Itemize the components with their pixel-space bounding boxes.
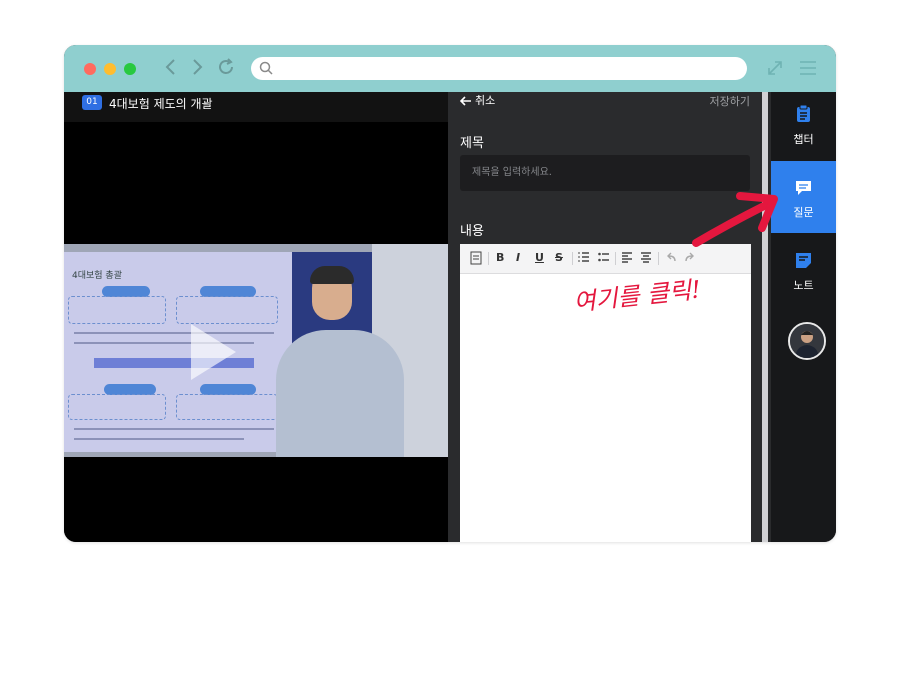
bold-button[interactable]: B (496, 251, 504, 265)
toolbar-separator (488, 252, 489, 265)
lecturer-hair (310, 266, 354, 284)
user-avatar-image (790, 324, 824, 358)
save-button[interactable]: 저장하기 (710, 93, 750, 109)
lesson-number-badge: 01 (82, 95, 102, 110)
clipboard-icon (797, 105, 810, 122)
lecture-slide: 4대보험 총괄 (64, 252, 292, 452)
lesson-title: 4대보험 제도의 개괄 (109, 97, 213, 111)
slide-box (68, 394, 166, 420)
align-left-icon[interactable] (621, 251, 633, 267)
play-icon[interactable] (191, 324, 236, 380)
align-center-icon[interactable] (640, 251, 652, 267)
avatar[interactable] (788, 322, 826, 360)
page-content: 01 4대보험 제도의 개괄 4대보험 총괄 취소 저장하기 제목 제목을 입력… (64, 92, 836, 542)
redo-icon[interactable] (684, 251, 696, 267)
chat-icon (796, 181, 811, 195)
video-player[interactable]: 01 4대보험 제도의 개괄 4대보험 총괄 (64, 92, 448, 542)
slide-box (68, 296, 166, 324)
slide-text-line (74, 428, 274, 430)
lecturer-body (276, 330, 404, 457)
toolbar-separator (658, 252, 659, 265)
lesson-header: 01 4대보험 제도의 개괄 (64, 92, 448, 122)
menu-icon[interactable] (799, 59, 817, 81)
numbered-list-icon[interactable] (578, 251, 590, 267)
italic-button[interactable]: I (516, 251, 520, 265)
underline-button[interactable]: U (535, 251, 544, 265)
slide-text-line (74, 332, 274, 334)
search-icon (259, 61, 273, 75)
slide-box (176, 296, 278, 324)
toolbar-separator (572, 252, 573, 265)
sidebar-label-chapter: 챕터 (793, 133, 814, 146)
address-bar[interactable] (251, 57, 747, 80)
sidebar-item-chapter[interactable]: 챕터 (771, 92, 836, 164)
cancel-button[interactable]: 취소 (459, 92, 496, 108)
bullet-list-icon[interactable] (598, 251, 610, 267)
close-window-button[interactable] (84, 63, 96, 75)
undo-icon[interactable] (665, 251, 677, 267)
browser-window: 01 4대보험 제도의 개괄 4대보험 총괄 취소 저장하기 제목 제목을 입력… (64, 45, 836, 542)
expand-icon[interactable] (766, 59, 784, 81)
content-label: 내용 (460, 224, 484, 239)
video-frame: 4대보험 총괄 (64, 244, 448, 457)
forward-icon[interactable] (192, 58, 204, 79)
sidebar-label-note: 노트 (793, 279, 814, 292)
slide-text-line (74, 438, 244, 440)
maximize-window-button[interactable] (124, 63, 136, 75)
strikethrough-button[interactable]: S (555, 251, 563, 265)
cancel-label: 취소 (475, 94, 496, 107)
annotation-arrow (692, 192, 778, 247)
right-sidebar: 챕터 질문 노트 (771, 92, 836, 542)
title-label: 제목 (460, 136, 484, 151)
source-icon[interactable] (470, 251, 482, 269)
slide-title: 4대보험 총괄 (72, 271, 122, 281)
toolbar-separator (615, 252, 616, 265)
question-editor-panel: 취소 저장하기 제목 제목을 입력하세요. 내용 B I U S (448, 92, 762, 542)
back-icon[interactable] (164, 58, 176, 79)
slide-box (176, 394, 278, 420)
minimize-window-button[interactable] (104, 63, 116, 75)
note-icon (796, 253, 811, 268)
title-input[interactable]: 제목을 입력하세요. (460, 155, 750, 191)
reload-icon[interactable] (216, 57, 236, 80)
browser-titlebar (64, 45, 836, 92)
arrow-left-icon (459, 96, 471, 106)
